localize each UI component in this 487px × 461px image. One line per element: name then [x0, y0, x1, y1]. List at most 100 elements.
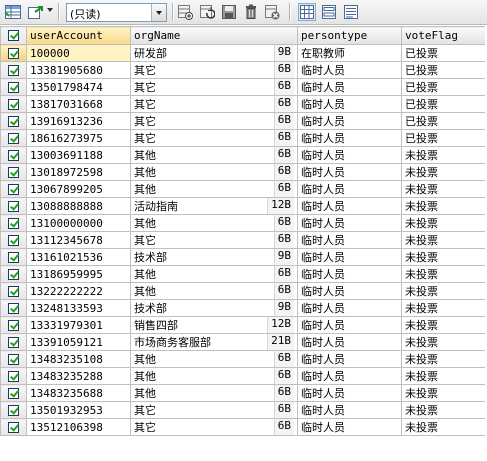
table-row[interactable]: 13222222222 其他 6B 临时人员 未投票	[0, 282, 487, 300]
cell-voteflag[interactable]: 未投票	[401, 146, 487, 164]
cell-orgname[interactable]: 活动指南 12B	[130, 197, 298, 215]
cell-useraccount[interactable]: 13331979301	[26, 316, 131, 334]
cell-orgname[interactable]: 其他 6B	[130, 163, 298, 181]
row-checkbox[interactable]	[0, 112, 27, 130]
cell-persontype[interactable]: 临时人员	[297, 282, 402, 300]
cell-useraccount[interactable]: 13018972598	[26, 163, 131, 181]
row-checkbox[interactable]	[0, 197, 27, 215]
cell-useraccount[interactable]: 13483235108	[26, 350, 131, 368]
table-row[interactable]: 13248133593 技术部 9B 临时人员 未投票	[0, 299, 487, 317]
row-checkbox[interactable]	[0, 231, 27, 249]
cell-orgname[interactable]: 市场商务客服部 21B	[130, 333, 298, 351]
cell-useraccount[interactable]: 13916913236	[26, 112, 131, 130]
table-row[interactable]: 13916913236 其它 6B 临时人员 已投票	[0, 112, 487, 130]
cancel-icon[interactable]	[263, 3, 281, 21]
cell-voteflag[interactable]: 已投票	[401, 95, 487, 113]
cell-useraccount[interactable]: 13817031668	[26, 95, 131, 113]
cell-persontype[interactable]: 临时人员	[297, 61, 402, 79]
table-row[interactable]: 13161021536 技术部 9B 临时人员 未投票	[0, 248, 487, 266]
cell-voteflag[interactable]: 未投票	[401, 231, 487, 249]
cell-orgname[interactable]: 其他 6B	[130, 265, 298, 283]
cell-useraccount[interactable]: 13381905680	[26, 61, 131, 79]
cell-voteflag[interactable]: 未投票	[401, 163, 487, 181]
row-checkbox[interactable]	[0, 333, 27, 351]
text-view-icon[interactable]	[342, 3, 360, 21]
cell-useraccount[interactable]: 13067899205	[26, 180, 131, 198]
cell-useraccount[interactable]: 18616273975	[26, 129, 131, 147]
add-row-icon[interactable]	[176, 3, 194, 21]
row-checkbox[interactable]	[0, 282, 27, 300]
cell-persontype[interactable]: 临时人员	[297, 367, 402, 385]
table-row[interactable]: 13067899205 其他 6B 临时人员 未投票	[0, 180, 487, 198]
table-row[interactable]: 13483235108 其他 6B 临时人员 未投票	[0, 350, 487, 368]
table-row[interactable]: 13817031668 其它 6B 临时人员 已投票	[0, 95, 487, 113]
cell-useraccount[interactable]: 13222222222	[26, 282, 131, 300]
cell-voteflag[interactable]: 未投票	[401, 316, 487, 334]
row-checkbox[interactable]	[0, 95, 27, 113]
row-checkbox[interactable]	[0, 265, 27, 283]
cell-useraccount[interactable]: 13088888888	[26, 197, 131, 215]
table-row[interactable]: 13186959995 其他 6B 临时人员 未投票	[0, 265, 487, 283]
cell-orgname[interactable]: 其他 6B	[130, 384, 298, 402]
cell-orgname[interactable]: 其他 6B	[130, 180, 298, 198]
refresh-icon[interactable]	[198, 3, 216, 21]
row-checkbox[interactable]	[0, 180, 27, 198]
cell-orgname[interactable]: 技术部 9B	[130, 299, 298, 317]
cell-persontype[interactable]: 临时人员	[297, 401, 402, 419]
cell-orgname[interactable]: 其它 6B	[130, 129, 298, 147]
cell-persontype[interactable]: 临时人员	[297, 231, 402, 249]
cell-useraccount[interactable]: 13501798474	[26, 78, 131, 96]
cell-useraccount[interactable]: 13483235288	[26, 367, 131, 385]
cell-voteflag[interactable]: 未投票	[401, 299, 487, 317]
row-checkbox[interactable]	[0, 78, 27, 96]
cell-persontype[interactable]: 临时人员	[297, 146, 402, 164]
cell-voteflag[interactable]: 未投票	[401, 265, 487, 283]
cell-voteflag[interactable]: 未投票	[401, 384, 487, 402]
cell-voteflag[interactable]: 未投票	[401, 180, 487, 198]
cell-orgname[interactable]: 其它 6B	[130, 95, 298, 113]
cell-orgname[interactable]: 其它 6B	[130, 78, 298, 96]
cell-persontype[interactable]: 临时人员	[297, 180, 402, 198]
table-row[interactable]: 100000 研发部 9B 在职教师 已投票	[0, 44, 487, 62]
row-checkbox[interactable]	[0, 44, 27, 62]
cell-voteflag[interactable]: 未投票	[401, 282, 487, 300]
cell-orgname[interactable]: 其他 6B	[130, 214, 298, 232]
cell-useraccount[interactable]: 13501932953	[26, 401, 131, 419]
cell-voteflag[interactable]: 未投票	[401, 367, 487, 385]
cell-useraccount[interactable]: 100000	[26, 44, 131, 62]
cell-persontype[interactable]: 临时人员	[297, 265, 402, 283]
cell-persontype[interactable]: 临时人员	[297, 129, 402, 147]
grid-view-icon[interactable]	[298, 3, 316, 21]
cell-voteflag[interactable]: 未投票	[401, 197, 487, 215]
cell-persontype[interactable]: 临时人员	[297, 248, 402, 266]
cell-orgname[interactable]: 其它 6B	[130, 61, 298, 79]
cell-persontype[interactable]: 临时人员	[297, 95, 402, 113]
cell-useraccount[interactable]: 13391059121	[26, 333, 131, 351]
cell-persontype[interactable]: 临时人员	[297, 418, 402, 436]
table-row[interactable]: 13003691188 其他 6B 临时人员 未投票	[0, 146, 487, 164]
cell-persontype[interactable]: 临时人员	[297, 112, 402, 130]
table-row[interactable]: 13483235288 其他 6B 临时人员 未投票	[0, 367, 487, 385]
cell-orgname[interactable]: 其它 6B	[130, 112, 298, 130]
table-row[interactable]: 13501798474 其它 6B 临时人员 已投票	[0, 78, 487, 96]
cell-orgname[interactable]: 其他 6B	[130, 367, 298, 385]
table-row[interactable]: 13018972598 其他 6B 临时人员 未投票	[0, 163, 487, 181]
table-row[interactable]: 13112345678 其它 6B 临时人员 未投票	[0, 231, 487, 249]
cell-persontype[interactable]: 临时人员	[297, 299, 402, 317]
cell-useraccount[interactable]: 13161021536	[26, 248, 131, 266]
cell-orgname[interactable]: 其他 6B	[130, 282, 298, 300]
cell-voteflag[interactable]: 已投票	[401, 61, 487, 79]
row-checkbox[interactable]	[0, 248, 27, 266]
cell-useraccount[interactable]: 13248133593	[26, 299, 131, 317]
table-row[interactable]: 13381905680 其它 6B 临时人员 已投票	[0, 61, 487, 79]
row-checkbox[interactable]	[0, 367, 27, 385]
cell-persontype[interactable]: 临时人员	[297, 214, 402, 232]
row-checkbox[interactable]	[0, 418, 27, 436]
cell-persontype[interactable]: 临时人员	[297, 78, 402, 96]
cell-voteflag[interactable]: 已投票	[401, 129, 487, 147]
cell-persontype[interactable]: 临时人员	[297, 316, 402, 334]
cell-orgname[interactable]: 其它 6B	[130, 231, 298, 249]
cell-orgname[interactable]: 其它 6B	[130, 418, 298, 436]
row-checkbox[interactable]	[0, 299, 27, 317]
grid-icon[interactable]	[4, 3, 22, 21]
